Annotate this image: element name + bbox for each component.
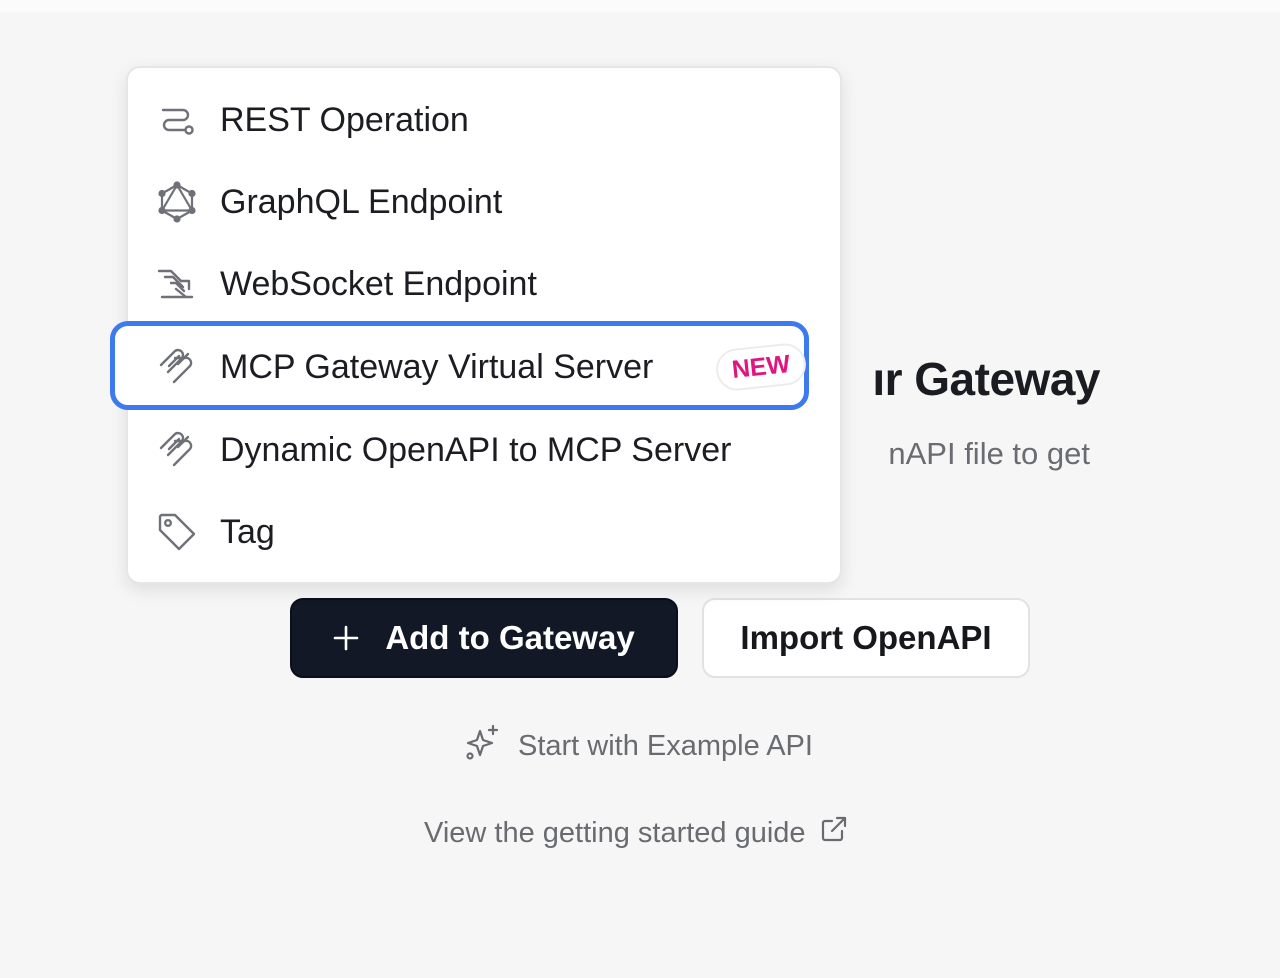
start-example-api-label: Start with Example API bbox=[518, 729, 813, 762]
menu-item-label: Dynamic OpenAPI to MCP Server bbox=[220, 430, 732, 469]
start-example-api-link[interactable]: Start with Example API bbox=[464, 722, 813, 770]
websocket-icon bbox=[156, 263, 198, 305]
mcp-icon bbox=[156, 346, 198, 388]
plus-icon bbox=[333, 625, 359, 651]
top-bar bbox=[0, 0, 1280, 12]
menu-item-label: GraphQL Endpoint bbox=[220, 182, 503, 221]
add-to-gateway-button[interactable]: Add to Gateway bbox=[290, 598, 678, 678]
add-to-gateway-label: Add to Gateway bbox=[385, 619, 635, 656]
menu-item-label: Tag bbox=[220, 512, 275, 551]
menu-item-rest-operation[interactable]: REST Operation bbox=[156, 90, 469, 150]
external-link-icon bbox=[820, 815, 848, 851]
mcp-icon bbox=[156, 429, 198, 471]
menu-item-dynamic-openapi-to-mcp[interactable]: Dynamic OpenAPI to MCP Server bbox=[156, 420, 731, 480]
menu-item-tag[interactable]: Tag bbox=[156, 502, 275, 562]
menu-item-label: REST Operation bbox=[220, 100, 469, 139]
menu-item-websocket-endpoint[interactable]: WebSocket Endpoint bbox=[156, 254, 537, 314]
menu-item-label: WebSocket Endpoint bbox=[220, 264, 537, 303]
tag-icon bbox=[156, 511, 198, 553]
sparkle-icon bbox=[464, 723, 502, 769]
getting-started-guide-label: View the getting started guide bbox=[424, 816, 806, 849]
menu-item-label: MCP Gateway Virtual Server bbox=[220, 347, 654, 386]
menu-item-mcp-gateway-virtual-server[interactable]: MCP Gateway Virtual Server bbox=[156, 337, 653, 397]
import-openapi-label: Import OpenAPI bbox=[740, 619, 992, 656]
import-openapi-button[interactable]: Import OpenAPI bbox=[702, 598, 1030, 678]
graphql-icon bbox=[156, 181, 198, 223]
getting-started-guide-link[interactable]: View the getting started guide bbox=[424, 810, 848, 856]
menu-item-graphql-endpoint[interactable]: GraphQL Endpoint bbox=[156, 172, 502, 232]
rest-route-icon bbox=[156, 99, 198, 141]
